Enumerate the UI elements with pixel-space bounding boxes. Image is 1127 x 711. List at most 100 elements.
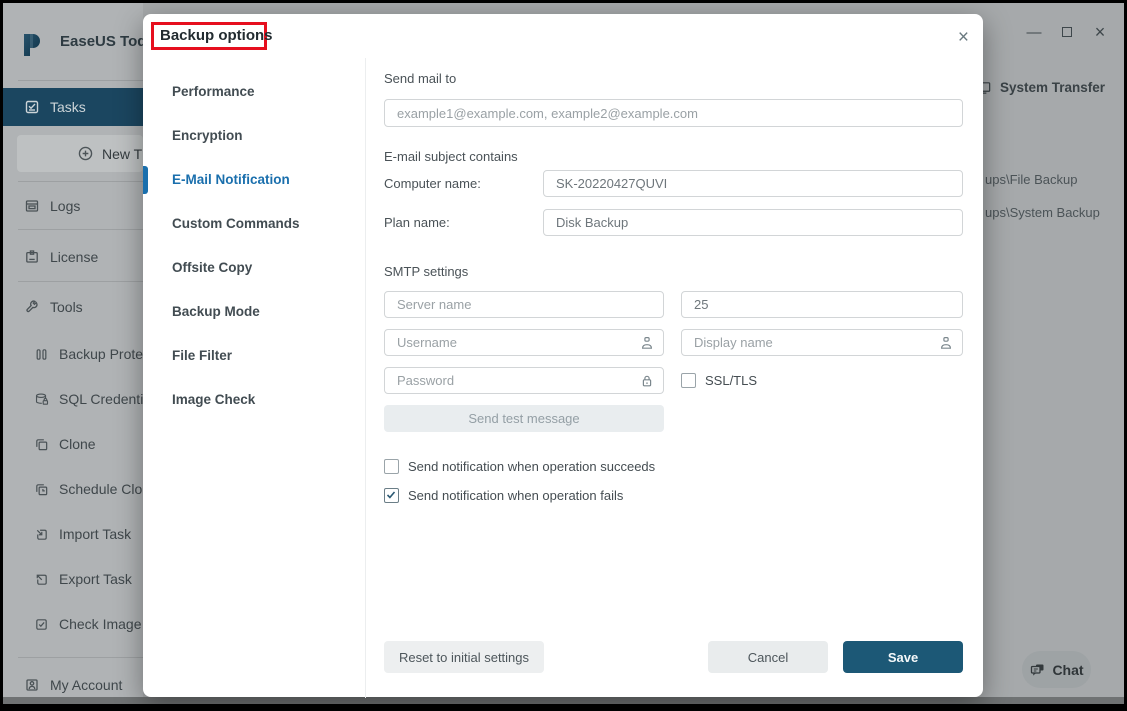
password-field <box>384 367 664 394</box>
cancel-button[interactable]: Cancel <box>708 641 828 673</box>
sidebar-item-label: Schedule Clon <box>59 481 143 497</box>
maximize-button[interactable] <box>1059 24 1075 40</box>
sql-credentials-icon <box>34 392 49 407</box>
ssl-tls-option: SSL/TLS <box>681 373 757 388</box>
dialog-tab-file-filter[interactable]: File Filter <box>172 342 232 370</box>
sidebar-divider <box>18 657 143 658</box>
dialog-divider <box>365 58 366 698</box>
maximize-icon <box>1062 27 1072 37</box>
send-test-message-button[interactable]: Send test message <box>384 405 664 432</box>
dialog-title: Backup options <box>160 27 273 44</box>
app-bottom-edge <box>3 697 1124 704</box>
sidebar-item-label: Tasks <box>50 99 86 115</box>
tasks-icon <box>24 99 40 115</box>
sidebar-item-import-task[interactable]: Import Task <box>34 519 131 549</box>
dialog-tab-image-check[interactable]: Image Check <box>172 386 255 414</box>
sidebar-item-label: Clone <box>59 436 96 452</box>
active-tab-indicator <box>143 166 148 194</box>
check-image-icon <box>34 617 49 632</box>
sidebar-item-check-image[interactable]: Check Image <box>34 609 141 639</box>
sidebar-item-label: Export Task <box>59 571 132 587</box>
sidebar-divider <box>18 80 143 81</box>
sidebar-item-label: SQL Credentia <box>59 391 143 407</box>
sidebar-item-tools[interactable]: Tools <box>24 292 83 322</box>
dialog-tab-performance[interactable]: Performance <box>172 78 255 106</box>
sidebar-item-label: My Account <box>50 677 122 693</box>
system-transfer-label: System Transfer <box>1000 80 1105 95</box>
computer-name-input[interactable] <box>543 170 963 197</box>
smtp-port-input[interactable] <box>681 291 963 318</box>
chat-label: Chat <box>1052 662 1083 678</box>
schedule-clone-icon <box>34 482 49 497</box>
sidebar-item-license[interactable]: License <box>24 242 98 272</box>
sidebar-item-tasks[interactable]: Tasks <box>3 88 143 126</box>
server-name-input[interactable] <box>384 291 664 318</box>
send-mail-to-input[interactable] <box>384 99 963 127</box>
notify-fail-option: Send notification when operation fails <box>384 488 623 503</box>
email-notification-panel: Send mail to E-mail subject contains Com… <box>384 14 963 697</box>
computer-name-label: Computer name: <box>384 170 481 197</box>
check-icon <box>386 490 396 500</box>
notify-success-checkbox[interactable] <box>384 459 399 474</box>
smtp-settings-label: SMTP settings <box>384 264 468 279</box>
dialog-tab-email-notification[interactable]: E-Mail Notification <box>172 166 290 194</box>
my-account-icon <box>24 677 40 693</box>
password-input[interactable] <box>384 367 664 394</box>
sidebar-divider <box>18 229 143 230</box>
save-button[interactable]: Save <box>843 641 963 673</box>
backup-protection-icon <box>34 347 49 362</box>
sidebar-item-label: Tools <box>50 299 83 315</box>
sidebar-item-sql-credentials[interactable]: SQL Credentia <box>34 384 143 414</box>
plan-name-input[interactable] <box>543 209 963 236</box>
sidebar-item-my-account[interactable]: My Account <box>24 670 122 697</box>
easeus-logo-icon <box>22 32 46 58</box>
backup-path-system: ups\System Backup <box>985 205 1100 220</box>
sidebar-item-clone[interactable]: Clone <box>34 429 96 459</box>
export-task-icon <box>34 572 49 587</box>
minimize-button[interactable]: — <box>1026 24 1042 40</box>
circle-plus-icon <box>77 145 94 162</box>
notify-success-option: Send notification when operation succeed… <box>384 459 655 474</box>
window-controls: — × <box>1026 24 1108 40</box>
license-icon <box>24 249 40 265</box>
new-task-button[interactable]: New T <box>17 135 143 172</box>
chat-icon <box>1029 662 1046 678</box>
system-transfer-button[interactable]: System Transfer <box>977 80 1105 95</box>
dialog-tab-backup-mode[interactable]: Backup Mode <box>172 298 260 326</box>
send-mail-to-label: Send mail to <box>384 71 456 86</box>
app-title: EaseUS Todo <box>60 33 143 50</box>
sidebar-item-export-task[interactable]: Export Task <box>34 564 132 594</box>
sidebar-item-label: Backup Protec <box>59 346 143 362</box>
sidebar-item-label: License <box>50 249 98 265</box>
plan-name-label: Plan name: <box>384 209 450 236</box>
import-task-icon <box>34 527 49 542</box>
sidebar-item-schedule-clone[interactable]: Schedule Clon <box>34 474 143 504</box>
chat-button[interactable]: Chat <box>1022 651 1091 688</box>
ssl-tls-label: SSL/TLS <box>705 373 757 388</box>
logs-icon <box>24 198 40 214</box>
sidebar-divider <box>18 181 143 182</box>
reset-button[interactable]: Reset to initial settings <box>384 641 544 673</box>
username-field <box>384 329 664 356</box>
app-sidebar: EaseUS Todo Tasks New T Logs L <box>3 3 143 697</box>
display-name-field <box>681 329 963 356</box>
notify-fail-label: Send notification when operation fails <box>408 488 623 503</box>
tools-icon <box>24 299 40 315</box>
sidebar-item-logs[interactable]: Logs <box>24 191 80 221</box>
new-task-label: New T <box>102 146 142 162</box>
clone-icon <box>34 437 49 452</box>
close-button[interactable]: × <box>1092 24 1108 40</box>
display-name-input[interactable] <box>681 329 963 356</box>
dialog-tab-offsite-copy[interactable]: Offsite Copy <box>172 254 252 282</box>
sidebar-item-label: Check Image <box>59 616 141 632</box>
backup-path-file: ups\File Backup <box>985 172 1078 187</box>
notify-fail-checkbox[interactable] <box>384 488 399 503</box>
sidebar-item-label: Import Task <box>59 526 131 542</box>
dialog-tab-encryption[interactable]: Encryption <box>172 122 243 150</box>
app-window: EaseUS Todo Tasks New T Logs L <box>3 3 1124 704</box>
sidebar-item-backup-protection[interactable]: Backup Protec <box>34 339 143 369</box>
dialog-tab-custom-commands[interactable]: Custom Commands <box>172 210 300 238</box>
username-input[interactable] <box>384 329 664 356</box>
ssl-tls-checkbox[interactable] <box>681 373 696 388</box>
notify-success-label: Send notification when operation succeed… <box>408 459 655 474</box>
